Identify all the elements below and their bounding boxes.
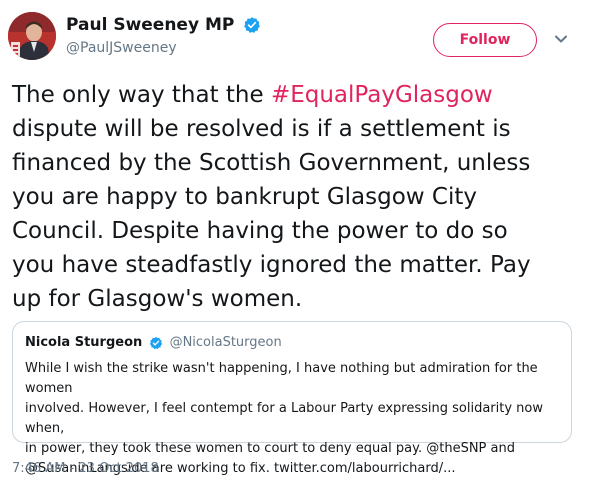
quoted-tweet-header: Nicola Sturgeon @NicolaSturgeon [25, 334, 559, 353]
hashtag-link[interactable]: #EqualPayGlasgow [271, 82, 493, 108]
follow-button[interactable]: Follow [433, 23, 537, 57]
tweet-text-body: dispute will be resolved is if a settlem… [12, 116, 531, 312]
quoted-author-name: Nicola Sturgeon [25, 335, 143, 350]
author-info: Paul Sweeney MP @PaulJSweeney [66, 14, 261, 58]
verified-badge-icon [150, 336, 163, 350]
tweet-text: The only way that the #EqualPayGlasgow d… [12, 78, 580, 316]
author-display-name[interactable]: Paul Sweeney MP [66, 14, 234, 36]
tweet-text-intro: The only way that the [12, 82, 271, 108]
tweet: Paul Sweeney MP @PaulJSweeney Follow The… [0, 0, 590, 491]
author-handle[interactable]: @PaulJSweeney [66, 38, 261, 58]
chevron-down-icon[interactable] [552, 30, 570, 48]
quoted-tweet[interactable]: Nicola Sturgeon @NicolaSturgeon While I … [12, 321, 572, 476]
avatar[interactable] [8, 12, 56, 60]
profile-photo [8, 12, 56, 60]
quoted-author-handle: @NicolaSturgeon [169, 335, 282, 350]
tweet-timestamp[interactable]: 7:46 AM - 23 Oct 2018 [12, 460, 159, 478]
verified-badge-icon [244, 17, 261, 33]
